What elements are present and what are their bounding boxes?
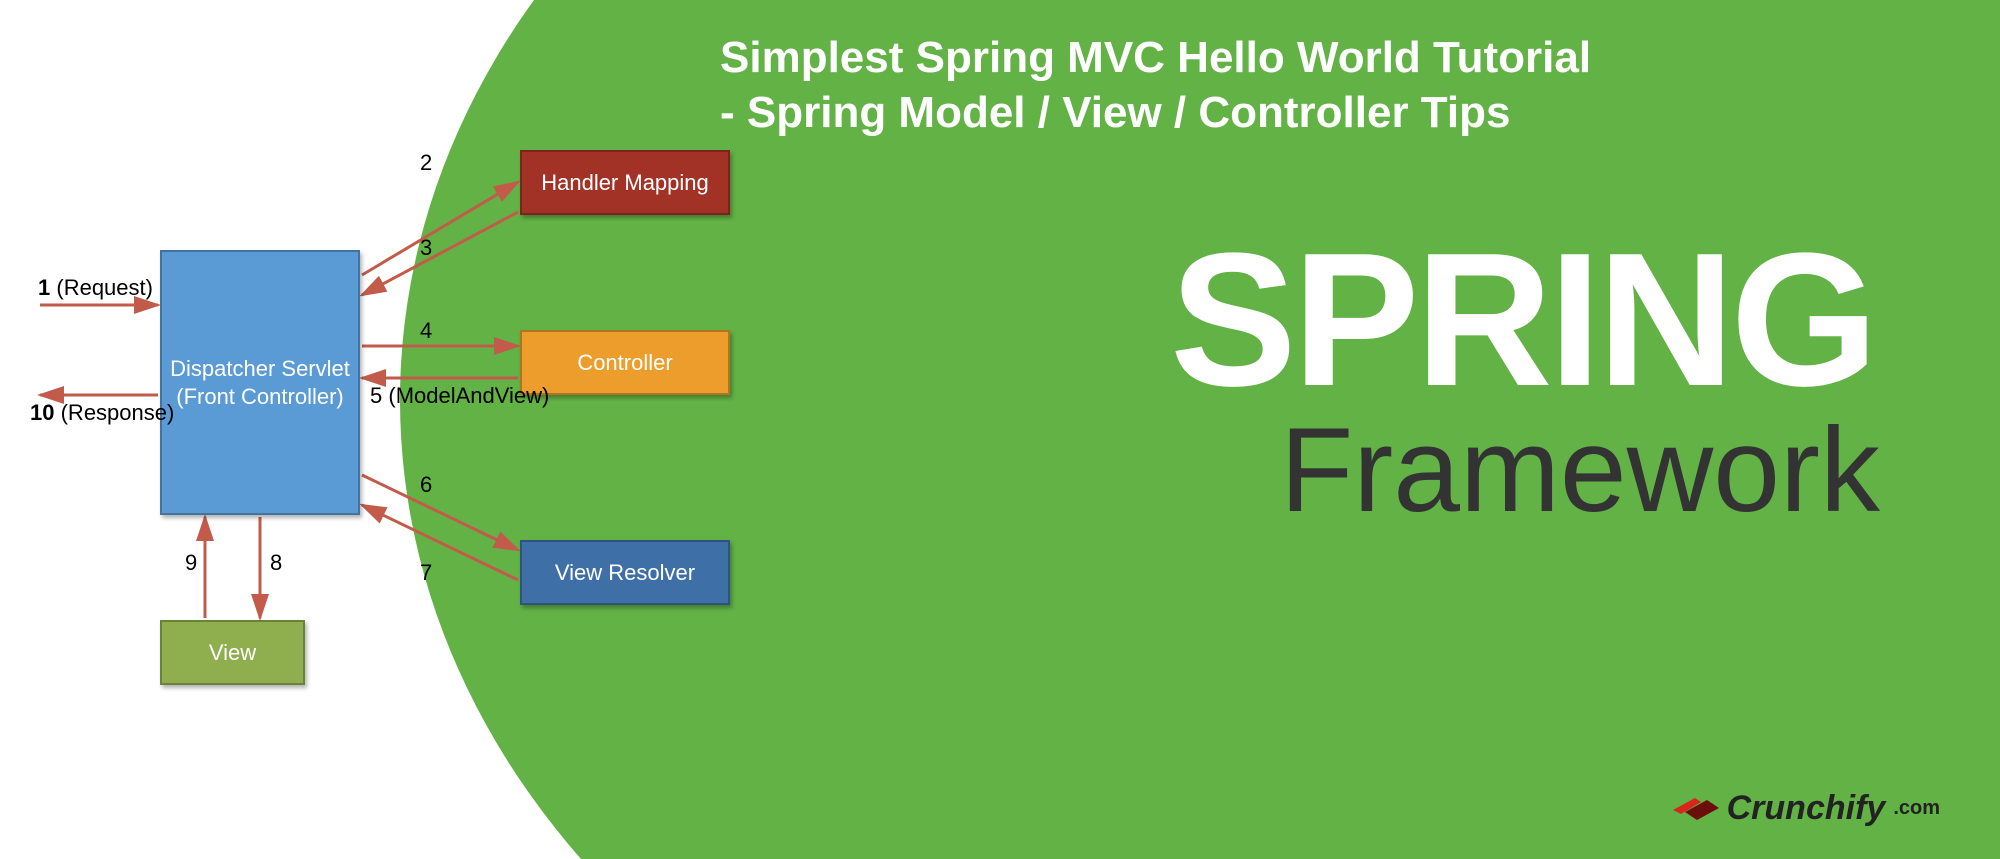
step-9-num: 9 [185, 550, 197, 576]
box-dispatcher-servlet: Dispatcher Servlet (Front Controller) [160, 250, 360, 515]
footer-brand-name: Crunchify [1727, 789, 1886, 828]
box-view: View [160, 620, 305, 685]
step-1-note: (Request) [56, 275, 153, 300]
handler-label: Handler Mapping [541, 170, 709, 196]
box-view-resolver: View Resolver [520, 540, 730, 605]
crunchify-logo-icon [1673, 788, 1719, 829]
view-label: View [209, 640, 256, 666]
dispatcher-label-line2: (Front Controller) [170, 383, 350, 411]
mvc-diagram: Dispatcher Servlet (Front Controller) Ha… [20, 120, 780, 740]
step-2-num: 2 [420, 150, 432, 176]
controller-label: Controller [577, 350, 672, 376]
step-1-num: 1 [38, 275, 50, 300]
footer-brand-domain: .com [1893, 797, 1940, 820]
step-5-num: 5 [370, 383, 382, 408]
label-10-response: 10 (Response) [30, 400, 174, 426]
brand-word: SPRING [1170, 230, 1880, 411]
brand-block: SPRING Framework [1170, 230, 1880, 539]
step-10-note: (Response) [61, 400, 175, 425]
brand-subword: Framework [1280, 401, 1880, 539]
box-handler-mapping: Handler Mapping [520, 150, 730, 215]
label-5-mav: 5 (ModelAndView) [370, 383, 549, 409]
step-6-num: 6 [420, 472, 432, 498]
label-1-request: 1 (Request) [38, 275, 153, 301]
footer-logo: Crunchify .com [1673, 788, 1940, 829]
step-8-num: 8 [270, 550, 282, 576]
page-title: Simplest Spring MVC Hello World Tutorial… [720, 30, 1960, 140]
resolver-label: View Resolver [555, 560, 695, 586]
step-10-num: 10 [30, 400, 54, 425]
step-4-num: 4 [420, 318, 432, 344]
step-5-note: (ModelAndView) [388, 383, 549, 408]
box-controller: Controller [520, 330, 730, 395]
dispatcher-label-line1: Dispatcher Servlet [170, 355, 350, 383]
step-3-num: 3 [420, 235, 432, 261]
step-7-num: 7 [420, 560, 432, 586]
title-line-1: Simplest Spring MVC Hello World Tutorial [720, 30, 1960, 85]
title-line-2: - Spring Model / View / Controller Tips [720, 85, 1960, 140]
